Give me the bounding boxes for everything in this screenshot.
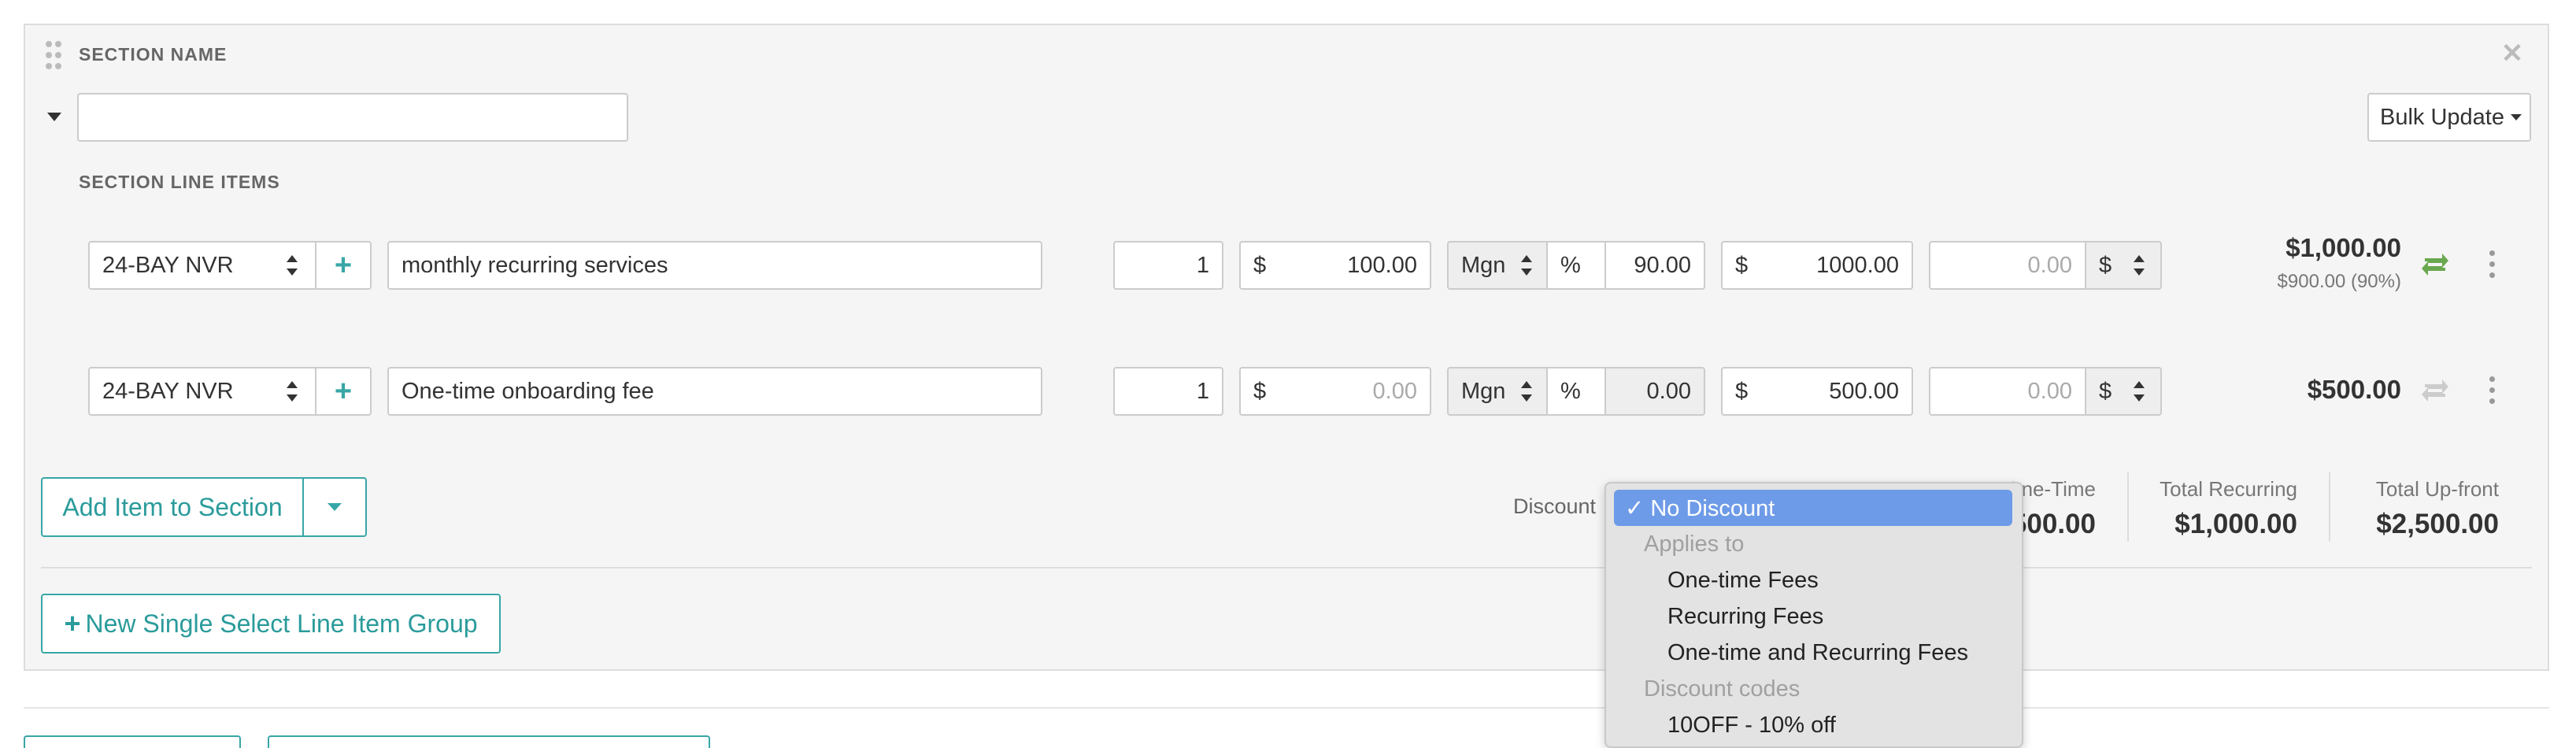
price-input[interactable]: $ 1000.00 [1721,241,1913,290]
row-menu-icon[interactable] [2488,250,2496,279]
markup-type-value: Mgn [1461,378,1506,404]
line-subtotal-note: $900.00 (90%) [2277,271,2401,292]
bulk-update-label: Bulk Update [2380,104,2504,130]
discount-dropdown-menu: ✓ No Discount Applies to One-time Fees R… [1604,482,2023,748]
dropdown-option-recurring-fees[interactable]: Recurring Fees [1606,598,2022,635]
cost-input[interactable]: $ 100.00 [1239,241,1431,290]
add-item-to-section-button[interactable]: Add Item to Section [43,479,304,535]
cost-value: 0.00 [1372,378,1417,404]
description-input[interactable]: One-time onboarding fee [387,367,1042,416]
dropdown-option-one-time-fees[interactable]: One-time Fees [1606,562,2022,598]
dropdown-option-no-discount[interactable]: ✓ No Discount [1614,490,2012,526]
product-select[interactable]: 24-BAY NVR [88,241,316,290]
bulk-update-button[interactable]: Bulk Update [2367,93,2531,142]
select-arrows-icon [2134,255,2145,276]
discount-unit-select[interactable]: $ [2085,241,2162,290]
percent-prefix: % [1546,367,1606,416]
line-total: $1,000.00 [2285,233,2401,262]
quantity-input[interactable]: 1 [1113,367,1223,416]
markup-type-select[interactable]: Mgn [1447,241,1548,290]
section-name-input[interactable] [77,93,628,142]
price-prefix: $ [1735,378,1749,404]
percent-prefix: % [1546,241,1606,290]
cost-input[interactable]: $ 0.00 [1239,367,1431,416]
add-product-plus-icon[interactable]: + [315,241,372,290]
discount-input[interactable]: 0.00 [1929,241,2086,290]
price-prefix: $ [1735,252,1749,278]
new-group-label: New Single Select Line Item Group [85,609,478,638]
recurring-icon[interactable] [2420,376,2450,405]
percent-input[interactable]: 90.00 [1604,241,1705,290]
select-arrows-icon [1521,255,1532,276]
cost-prefix: $ [1253,378,1267,404]
cost-prefix: $ [1253,252,1267,278]
section-divider [41,567,2532,568]
bottom-button[interactable] [268,735,710,748]
quantity-input[interactable]: 1 [1113,241,1223,290]
select-arrows-icon [287,255,298,276]
discount-unit-value: $ [2099,378,2112,404]
dropdown-option-10off[interactable]: 10OFF - 10% off [1606,707,2022,743]
close-icon[interactable]: ✕ [2500,39,2524,68]
select-arrows-icon [1521,381,1532,402]
section-line-items-label: SECTION LINE ITEMS [79,172,280,192]
dropdown-option-one-time-and-recurring[interactable]: One-time and Recurring Fees [1606,635,2022,671]
recurring-icon[interactable] [2420,250,2450,279]
product-select-value: 24-BAY NVR [102,252,234,278]
dropdown-group-applies-to: Applies to [1644,531,1745,557]
percent-input: 0.00 [1604,367,1705,416]
price-value: 1000.00 [1816,252,1899,278]
section-name-label: SECTION NAME [79,44,228,65]
discount-label: Discount [1513,494,1597,518]
product-select[interactable]: 24-BAY NVR [88,367,316,416]
markup-type-select[interactable]: Mgn [1447,367,1548,416]
line-item-row: 24-BAY NVR + monthly recurring services … [0,233,2576,307]
total-recurring-value: $1,000.00 [2174,509,2297,539]
product-select-value: 24-BAY NVR [102,378,234,404]
collapse-caret-icon[interactable] [47,113,61,121]
page-divider [24,707,2549,709]
total-recurring-label: Total Recurring [2160,477,2297,501]
add-product-plus-icon[interactable]: + [315,367,372,416]
add-item-dropdown-toggle[interactable] [304,479,365,535]
select-arrows-icon [287,381,298,402]
dropdown-group-discount-codes: Discount codes [1644,676,1801,702]
bottom-button[interactable] [24,735,241,748]
row-menu-icon[interactable] [2488,376,2496,405]
markup-type-value: Mgn [1461,252,1506,278]
price-value: 500.00 [1829,378,1899,404]
line-item-row: 24-BAY NVR + One-time onboarding fee 1 $… [0,362,2576,433]
caret-down-icon [2511,114,2522,120]
line-total: $500.00 [2307,375,2401,404]
new-single-select-group-button[interactable]: + New Single Select Line Item Group [41,594,501,654]
total-upfront-value: $2,500.00 [2376,509,2499,539]
discount-input[interactable]: 0.00 [1929,367,2086,416]
discount-unit-select[interactable]: $ [2085,367,2162,416]
discount-unit-value: $ [2099,252,2112,278]
caret-down-icon [328,503,342,511]
total-upfront-label: Total Up-front [2375,477,2499,501]
price-input[interactable]: $ 500.00 [1721,367,1913,416]
add-item-button-group: Add Item to Section [41,477,367,537]
description-input[interactable]: monthly recurring services [387,241,1042,290]
drag-handle-icon[interactable] [46,41,65,69]
select-arrows-icon [2134,381,2145,402]
plus-icon: + [64,607,81,639]
cost-value: 100.00 [1347,252,1417,278]
